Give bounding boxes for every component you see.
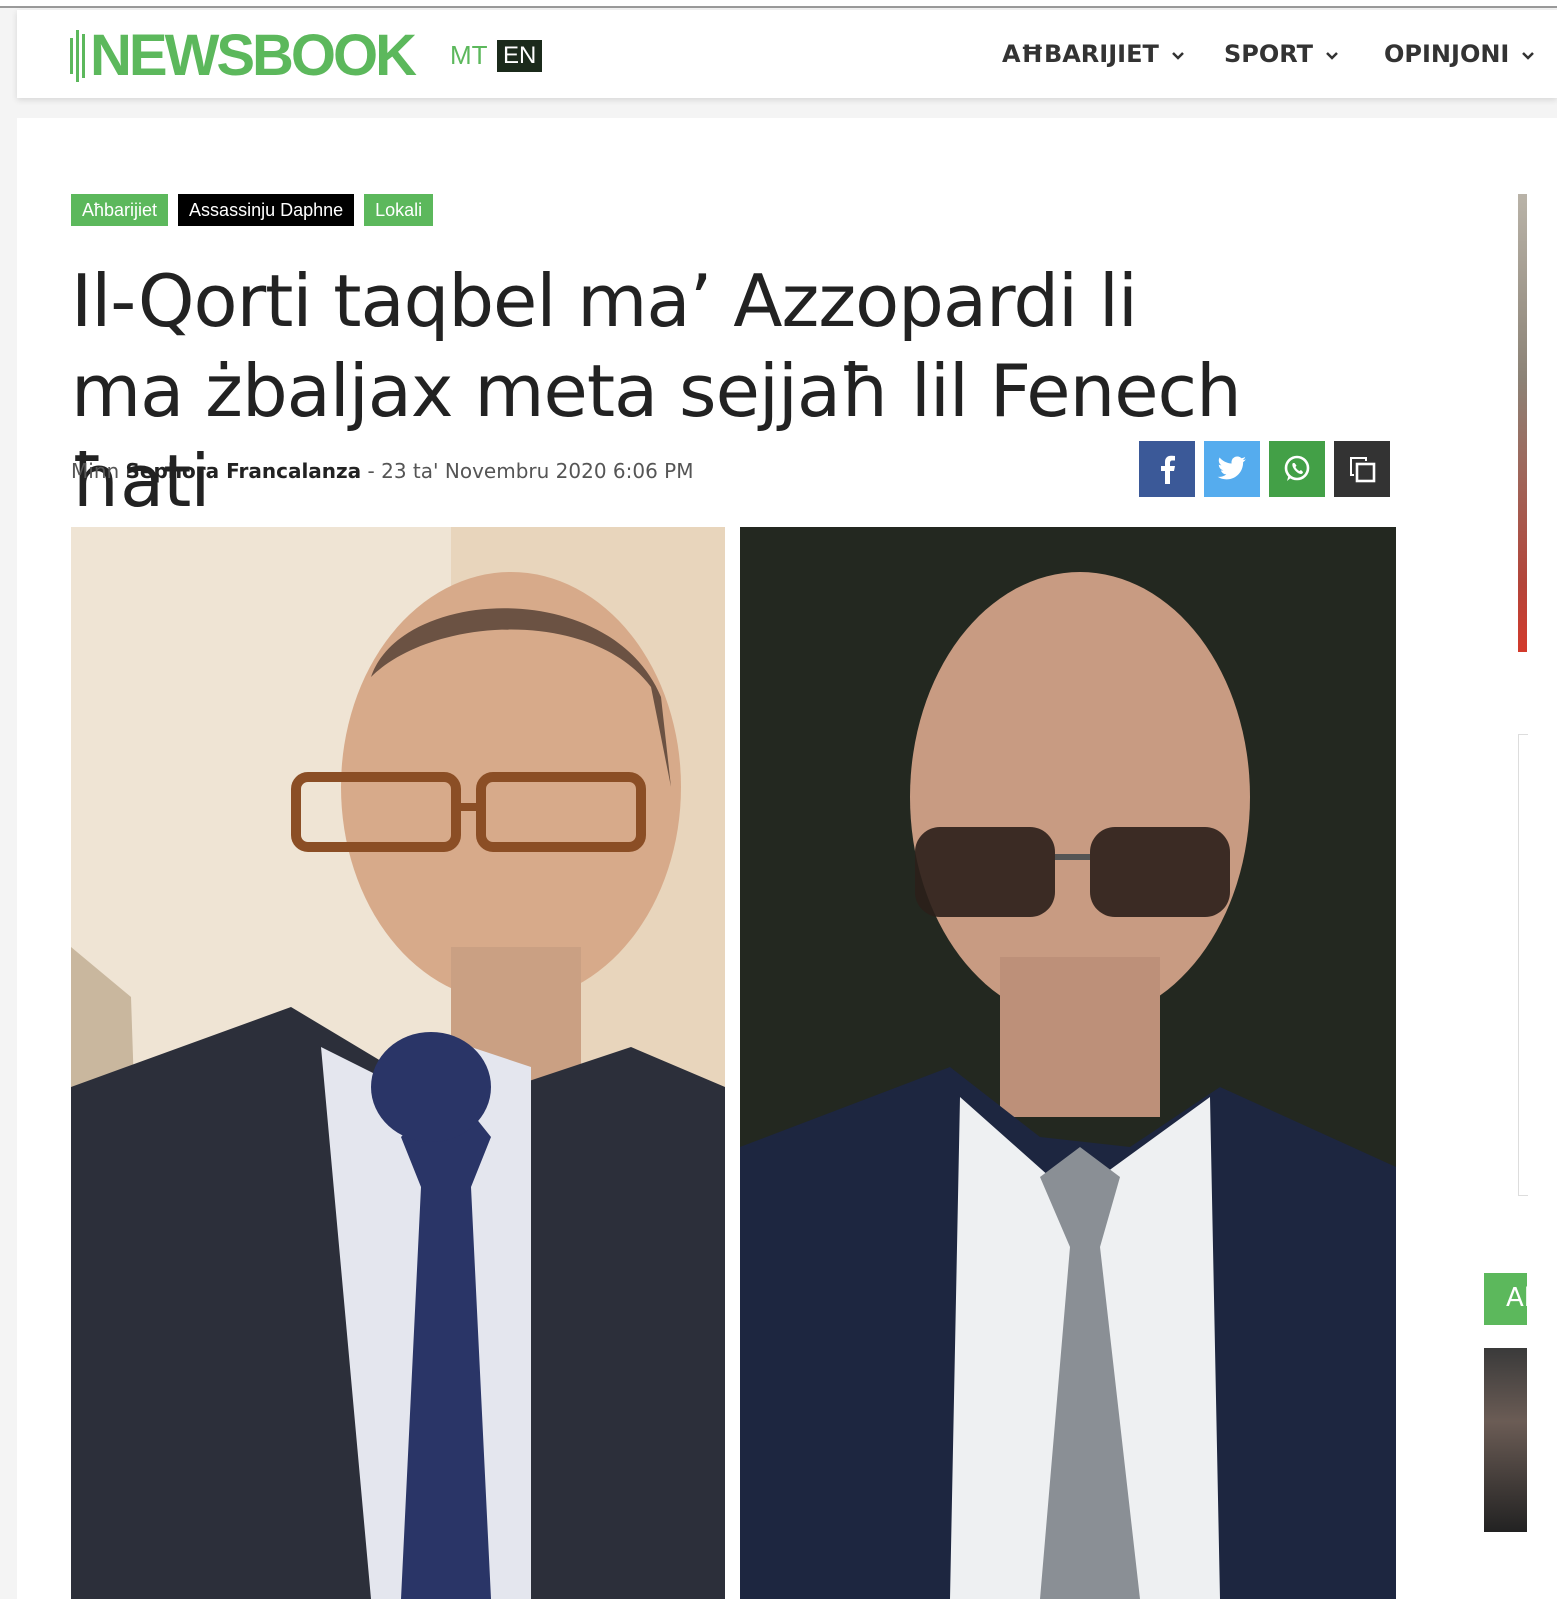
sidebar-ad-image[interactable] <box>1518 194 1527 652</box>
sidebar-thumbnail[interactable] <box>1484 1348 1527 1532</box>
tag-assassinju-daphne[interactable]: Assassinju Daphne <box>178 194 355 226</box>
facebook-share-button[interactable] <box>1139 441 1195 497</box>
sidebar-section-tab[interactable]: Al <box>1484 1273 1527 1325</box>
facebook-icon <box>1161 455 1175 484</box>
twitter-share-button[interactable] <box>1204 441 1260 497</box>
site-header: NEWSBOOK MT EN AĦBARIJIET SPORT OPINJONI <box>17 10 1557 98</box>
copy-icon <box>1350 457 1376 483</box>
chevron-down-icon <box>1325 46 1339 65</box>
share-buttons <box>1139 441 1390 497</box>
portrait-glasses-man <box>71 527 725 1599</box>
chevron-down-icon <box>1171 46 1185 65</box>
logo-text: NEWSBOOK <box>90 23 417 88</box>
language-mt[interactable]: MT <box>450 40 488 71</box>
nav-item-sport[interactable]: SPORT <box>1224 40 1339 68</box>
nav-item-label: AĦBARIJIET <box>1002 40 1159 68</box>
top-border <box>0 0 1557 8</box>
article-image-left <box>71 527 725 1599</box>
logo-bars-icon <box>70 30 85 82</box>
copy-link-button[interactable] <box>1334 441 1390 497</box>
byline-prefix: Minn <box>71 459 120 483</box>
tag-lokali[interactable]: Lokali <box>364 194 434 226</box>
nav-item-ahbarijiet[interactable]: AĦBARIJIET <box>1002 40 1185 68</box>
whatsapp-icon <box>1284 455 1310 481</box>
article-title: Il-Qorti taqbel ma’ Azzopardi li ma żbal… <box>71 259 1242 523</box>
byline-separator: - <box>367 459 375 483</box>
author-link[interactable]: Sephora Francalanza <box>126 459 362 483</box>
nav-item-opinjoni[interactable]: OPINJONI <box>1384 40 1535 68</box>
article-byline: Minn Sephora Francalanza - 23 ta' Novemb… <box>71 459 694 483</box>
language-en[interactable]: EN <box>497 40 543 72</box>
twitter-icon <box>1217 456 1246 480</box>
sidebar-widget-box <box>1518 734 1528 1196</box>
tag-ahbarijiet[interactable]: Aħbarijiet <box>71 194 169 226</box>
newsbook-logo[interactable]: NEWSBOOK <box>70 23 417 88</box>
portrait-sunglasses-man <box>740 527 1396 1599</box>
chevron-down-icon <box>1521 46 1535 65</box>
nav-item-label: OPINJONI <box>1384 40 1510 68</box>
category-tags: Aħbarijiet Assassinju Daphne Lokali <box>71 194 434 226</box>
whatsapp-share-button[interactable] <box>1269 441 1325 497</box>
nav-item-label: SPORT <box>1224 40 1314 68</box>
article-date: 23 ta' Novembru 2020 6:06 PM <box>381 459 694 483</box>
article-image-right <box>740 527 1396 1599</box>
